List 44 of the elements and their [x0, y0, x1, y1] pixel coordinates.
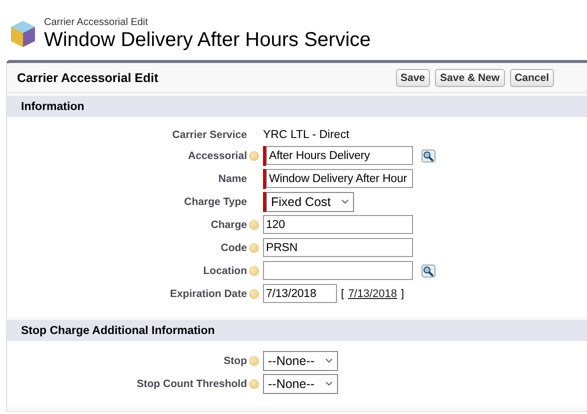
- search-icon[interactable]: [421, 148, 436, 162]
- page-subtitle: Carrier Accessorial Edit: [44, 16, 149, 28]
- page-title: Window Delivery After Hours Service: [44, 28, 371, 52]
- cube-logo-icon: [10, 20, 36, 48]
- help-icon[interactable]: [249, 266, 259, 276]
- help-icon[interactable]: [249, 242, 259, 252]
- field-label: Name: [218, 172, 247, 184]
- field-label: Stop Count Threshold: [136, 378, 247, 390]
- action-button[interactable]: Cancel: [510, 68, 554, 86]
- input-field[interactable]: [263, 261, 413, 280]
- date-link[interactable]: 7/13/2018: [348, 288, 397, 300]
- field-label: Charge Type: [184, 196, 247, 208]
- select-dropdown[interactable]: --None--: [263, 350, 338, 370]
- input-field[interactable]: 120: [263, 215, 413, 234]
- field-label: Charge: [210, 218, 247, 230]
- field-label: Carrier Service: [172, 128, 247, 140]
- section-header: Stop Charge Additional Information: [7, 320, 587, 341]
- field-label: Expiration Date: [170, 288, 247, 300]
- search-icon[interactable]: [421, 264, 436, 278]
- field-value: YRC LTL - Direct: [263, 128, 350, 140]
- help-icon[interactable]: [249, 378, 259, 388]
- input-field[interactable]: Window Delivery After Hour: [266, 169, 413, 188]
- input-field[interactable]: After Hours Delivery: [266, 146, 413, 165]
- input-field[interactable]: PRSN: [263, 238, 413, 257]
- date-field[interactable]: 7/13/2018: [263, 284, 337, 303]
- field-label: Stop: [224, 354, 247, 366]
- action-button[interactable]: Save & New: [435, 68, 505, 86]
- caret-icon: [324, 381, 333, 386]
- field-label: Code: [220, 242, 247, 254]
- caret-icon: [324, 358, 333, 363]
- section-header: Information: [7, 96, 587, 117]
- select-dropdown[interactable]: Fixed Cost: [266, 192, 354, 212]
- help-icon[interactable]: [249, 288, 259, 298]
- select-dropdown[interactable]: --None--: [263, 374, 338, 394]
- help-icon[interactable]: [249, 356, 259, 366]
- bracket-text: ]: [401, 288, 404, 300]
- help-icon[interactable]: [249, 220, 259, 230]
- bracket-text: [: [341, 288, 344, 300]
- help-icon[interactable]: [249, 150, 259, 160]
- caret-icon: [340, 199, 349, 204]
- action-button[interactable]: Save: [396, 68, 430, 86]
- field-label: Location: [203, 264, 247, 276]
- panel-title: Carrier Accessorial Edit: [17, 70, 158, 84]
- field-label: Accessorial: [188, 150, 247, 162]
